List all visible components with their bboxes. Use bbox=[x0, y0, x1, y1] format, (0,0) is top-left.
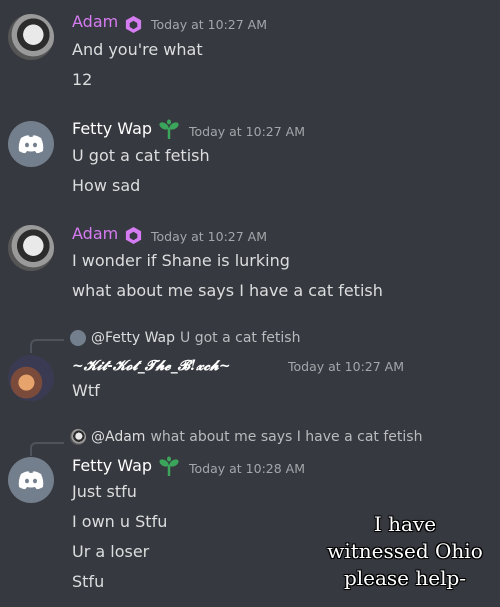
avatar[interactable] bbox=[8, 457, 54, 503]
message-text: And you're what bbox=[72, 40, 203, 59]
reply-mention[interactable]: @Fetty Wap bbox=[91, 330, 175, 346]
author-name[interactable]: Adam bbox=[72, 224, 118, 243]
reply-preview[interactable]: @Fetty Wap U got a cat fetish bbox=[70, 330, 300, 346]
discord-logo-icon bbox=[18, 471, 44, 490]
message-text: Wtf bbox=[72, 381, 100, 400]
message-text: what about me says I have a cat fetish bbox=[72, 281, 383, 300]
author-name[interactable]: Fetty Wap bbox=[72, 456, 152, 475]
timestamp: Today at 10:27 AM bbox=[151, 229, 267, 244]
timestamp: Today at 10:27 AM bbox=[189, 124, 305, 139]
caption-line: witnessed Ohio bbox=[327, 539, 483, 563]
meme-caption: I have witnessed Ohio please help- bbox=[312, 511, 498, 592]
message-text: I wonder if Shane is lurking bbox=[72, 251, 290, 270]
timestamp: Today at 10:27 AM bbox=[151, 17, 267, 32]
reply-mention[interactable]: @Adam bbox=[91, 429, 145, 445]
author-name[interactable]: ~𝓚𝓲𝓽-𝓚𝓸𝓽_𝓣𝓱𝓮_𝓑!𝔁𝓬𝓱~ bbox=[72, 358, 231, 374]
timestamp: Today at 10:28 AM bbox=[189, 461, 305, 476]
avatar[interactable] bbox=[8, 121, 54, 167]
timestamp: Today at 10:27 AM bbox=[288, 359, 404, 374]
author-name[interactable]: Fetty Wap bbox=[72, 119, 152, 138]
message-text: Ur a loser bbox=[72, 542, 150, 561]
message-text: Stfu bbox=[72, 572, 105, 591]
avatar[interactable] bbox=[8, 14, 54, 60]
author-name[interactable]: Adam bbox=[72, 12, 118, 31]
reply-avatar bbox=[70, 429, 86, 445]
avatar[interactable] bbox=[8, 225, 54, 271]
sprout-icon bbox=[159, 119, 179, 139]
discord-logo-icon bbox=[18, 135, 44, 154]
hexagon-badge-icon bbox=[125, 15, 142, 34]
reply-text: U got a cat fetish bbox=[180, 330, 301, 346]
sprout-icon bbox=[159, 456, 179, 476]
reply-text: what about me says I have a cat fetish bbox=[150, 429, 423, 445]
reply-avatar bbox=[70, 330, 86, 346]
reply-connector bbox=[30, 339, 64, 353]
message-text: U got a cat fetish bbox=[72, 146, 210, 165]
message-text: Just stfu bbox=[72, 482, 137, 501]
reply-preview[interactable]: @Adam what about me says I have a cat fe… bbox=[70, 429, 422, 445]
caption-line: I have bbox=[373, 512, 437, 536]
hexagon-badge-icon bbox=[125, 226, 142, 245]
message-text: 12 bbox=[72, 70, 93, 89]
reply-connector bbox=[30, 442, 64, 456]
caption-line: please help- bbox=[343, 566, 467, 590]
message-text: I own u Stfu bbox=[72, 512, 168, 531]
avatar[interactable] bbox=[8, 355, 54, 401]
message-text: How sad bbox=[72, 176, 141, 195]
